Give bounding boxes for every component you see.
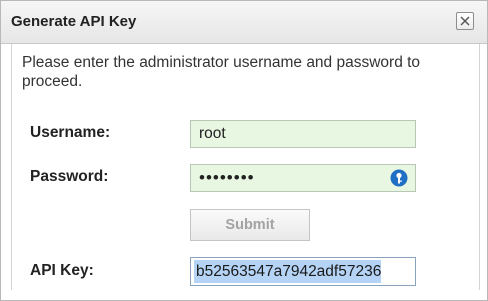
api-key-value: b52563547a7942adf57236 bbox=[194, 260, 382, 283]
username-input[interactable] bbox=[190, 120, 416, 148]
close-icon bbox=[460, 16, 470, 26]
api-key-label: API Key: bbox=[30, 262, 94, 279]
dialog-titlebar: Generate API Key bbox=[1, 1, 487, 44]
password-label: Password: bbox=[30, 168, 109, 185]
dialog-title: Generate API Key bbox=[11, 13, 137, 30]
submit-button[interactable]: Submit bbox=[190, 209, 310, 241]
password-input[interactable] bbox=[190, 164, 416, 192]
password-manager-key-icon[interactable] bbox=[390, 169, 408, 187]
instructions-text: Please enter the administrator username … bbox=[22, 54, 421, 90]
username-label: Username: bbox=[30, 124, 111, 141]
password-field-wrapper bbox=[190, 164, 416, 192]
api-key-field[interactable]: b52563547a7942adf57236 bbox=[190, 257, 416, 286]
dialog-body: Please enter the administrator username … bbox=[11, 44, 480, 290]
close-button[interactable] bbox=[456, 12, 474, 30]
generate-api-key-dialog: Generate API Key Please enter the admini… bbox=[0, 0, 488, 301]
